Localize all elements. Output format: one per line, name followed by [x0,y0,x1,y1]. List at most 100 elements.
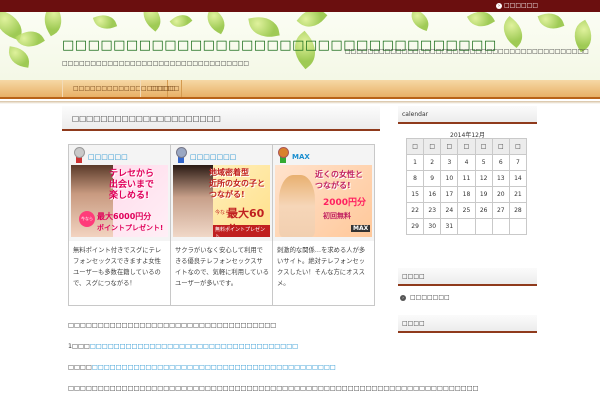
card-header: □□□□□□ テレセから 出会いまで 楽しめる! 今なら 最大6000円分 ポイ… [69,145,170,241]
calendar-day [491,218,510,235]
sidebar-widget-3: □□□□ [398,315,537,333]
calendar-day [508,218,528,235]
calendar-day: 6 [491,154,510,171]
sidebar-link-label: □□□□□□□ [410,294,450,301]
weekday-header: □ [508,138,528,155]
banner-badge: 今なら [79,211,95,227]
medal-icon [174,147,188,163]
weekday-header: □ [405,138,425,155]
calendar-day: 29 [405,218,425,235]
card-header: □□□□□□□ 地域密着型 近所の女の子と つながる! 今なら 最大60分 無料… [171,145,272,241]
banner-badge: 2000円分 [323,198,367,208]
calendar-day: 13 [491,170,510,187]
calendar-day: 18 [457,186,476,203]
calendar-day: 12 [474,170,493,187]
calendar-day: 22 [405,202,425,219]
ranking-card: □□□□□□ テレセから 出会いまで 楽しめる! 今なら 最大6000円分 ポイ… [69,145,171,305]
calendar-day: 5 [474,154,493,171]
banner-point: 無料ポイントプレゼント [213,225,270,237]
banner-text: 地域密着型 近所の女の子と つながる! [209,168,265,199]
calendar-day: 9 [423,170,442,187]
banner-text: テレセから 出会いまで 楽しめる! [109,169,155,201]
calendar-week-row: 22 23 24 25 26 27 28 [405,202,528,219]
leaf-decoration-icon [537,12,565,34]
topbar-link[interactable]: › □□□□□□ [495,2,538,9]
ranking-table: □□□□□□ テレセから 出会いまで 楽しめる! 今なら 最大6000円分 ポイ… [68,144,375,306]
banner-amount: 最大6000円分 [97,212,152,221]
article-title: □□□□□□□□□□□□□□□□□□□□□ [72,114,221,123]
weekday-header: □ [440,138,459,155]
body-link[interactable]: □□□□□□□□□□□□□□□□□□□□□□□□□□□□□□□□□□□□□□□□… [92,364,336,371]
banner-point: MAX [351,225,371,232]
leaf-decoration-icon [248,13,280,41]
article-title-box: □□□□□□□□□□□□□□□□□□□□□ [62,106,380,131]
body-link[interactable]: □□□□□□□□□□□□□□□□□□□□□□□□□□□□□□□□□□□ [90,343,298,350]
card-description: 刺激的な関係…を求める人が多いサイト。絶対テレフォンセックスしたい！そんな方にオ… [277,247,366,287]
site-banner[interactable]: 地域密着型 近所の女の子と つながる! 今なら 最大60分 無料ポイントプレゼン… [173,165,270,237]
sidebar-calendar-widget: calendar 2014年12月 [398,106,537,141]
ranking-card: □□□□□□□ 地域密着型 近所の女の子と つながる! 今なら 最大60分 無料… [171,145,273,305]
calendar-day: 31 [440,218,459,235]
calendar-day: 14 [508,170,528,187]
arrow-right-icon: › [400,294,406,301]
calendar-day: 28 [508,202,528,219]
calendar-day: 3 [440,154,459,171]
site-banner[interactable]: テレセから 出会いまで 楽しめる! 今なら 最大6000円分 ポイントプレゼント… [71,165,168,237]
calendar-week-row: 29 30 31 [405,218,528,235]
calendar-day: 24 [440,202,459,219]
nav-shadow [0,101,600,104]
banner-amount: 初回無料 [323,212,351,220]
header-tagline: □□□□□□□□□□□□□□□□□□□□□□□□□□□□□□□□□□□□□□□□… [345,48,589,55]
body-paragraph: □□□□□□□□□□□□□□□□□□□□□□□□□□□□□□□□□□□ [68,322,277,329]
calendar-day: 15 [405,186,425,203]
banner-text: 近くの女性と つながる! [315,170,363,190]
calendar-week-row: 15 16 17 18 19 20 21 [405,186,528,203]
widget-heading: □□□□ [398,268,537,286]
site-header: □□□□□□□□□□□□□□□□□□□□□□□□□□□□□□□□□□ □□□□□… [0,12,600,80]
calendar-day: 4 [457,154,476,171]
widget-heading: □□□□ [398,315,537,333]
weekday-header: □ [457,138,476,155]
leaf-decoration-icon [496,15,530,49]
calendar-day: 17 [440,186,459,203]
calendar-day: 7 [508,154,528,171]
calendar-day: 16 [423,186,442,203]
weekday-header: □ [423,138,442,155]
nav-item-secondary[interactable]: □□□□□ [140,80,182,97]
calendar-day [474,218,493,235]
leaf-decoration-icon [407,12,433,31]
card-site-name[interactable]: □□□□□□□ [190,153,236,161]
calendar-week-row: 8 9 10 11 12 13 14 [405,170,528,187]
calendar-day: 11 [457,170,476,187]
weekday-header: □ [491,138,510,155]
calendar-day: 10 [440,170,459,187]
card-header: MAX 近くの女性と つながる! 2000円分 初回無料 MAX [273,145,374,241]
calendar-day [457,218,476,235]
arrow-right-icon: › [495,2,502,9]
leaf-decoration-icon [466,12,496,33]
calendar-heading: calendar [398,106,537,124]
card-description: サクラがいなく安心して利用できる優良テレフォンセックスサイトなので、気軽に利用し… [175,247,270,287]
calendar-day: 8 [405,170,425,187]
leaf-decoration-icon [37,12,69,37]
banner-person [279,175,315,237]
card-site-name[interactable]: MAX [292,153,310,161]
medal-icon [72,147,86,163]
site-banner[interactable]: 近くの女性と つながる! 2000円分 初回無料 MAX [275,165,372,237]
calendar-day: 1 [405,154,425,171]
card-site-name[interactable]: □□□□□□ [88,153,128,161]
topbar-link-label: □□□□□□ [503,2,538,9]
leaf-decoration-icon [296,12,328,34]
calendar-day: 26 [474,202,493,219]
calendar-week-row: 1 2 3 4 5 6 7 [405,154,528,171]
sidebar-widget-2: □□□□ [398,268,537,286]
calendar-day: 21 [508,186,528,203]
medal-icon [276,147,290,163]
sidebar-link[interactable]: › □□□□□□□ [400,294,450,301]
banner-point: ポイントプレゼント! [97,224,164,232]
top-bar: › □□□□□□ [0,0,600,12]
calendar-weekday-row: □ □ □ □ □ □ □ [405,138,528,155]
leaf-decoration-icon [201,12,231,35]
main-navigation: □□□□□□□□□□□□□□□□□□ □□□□□ [0,80,600,99]
calendar-day: 27 [491,202,510,219]
